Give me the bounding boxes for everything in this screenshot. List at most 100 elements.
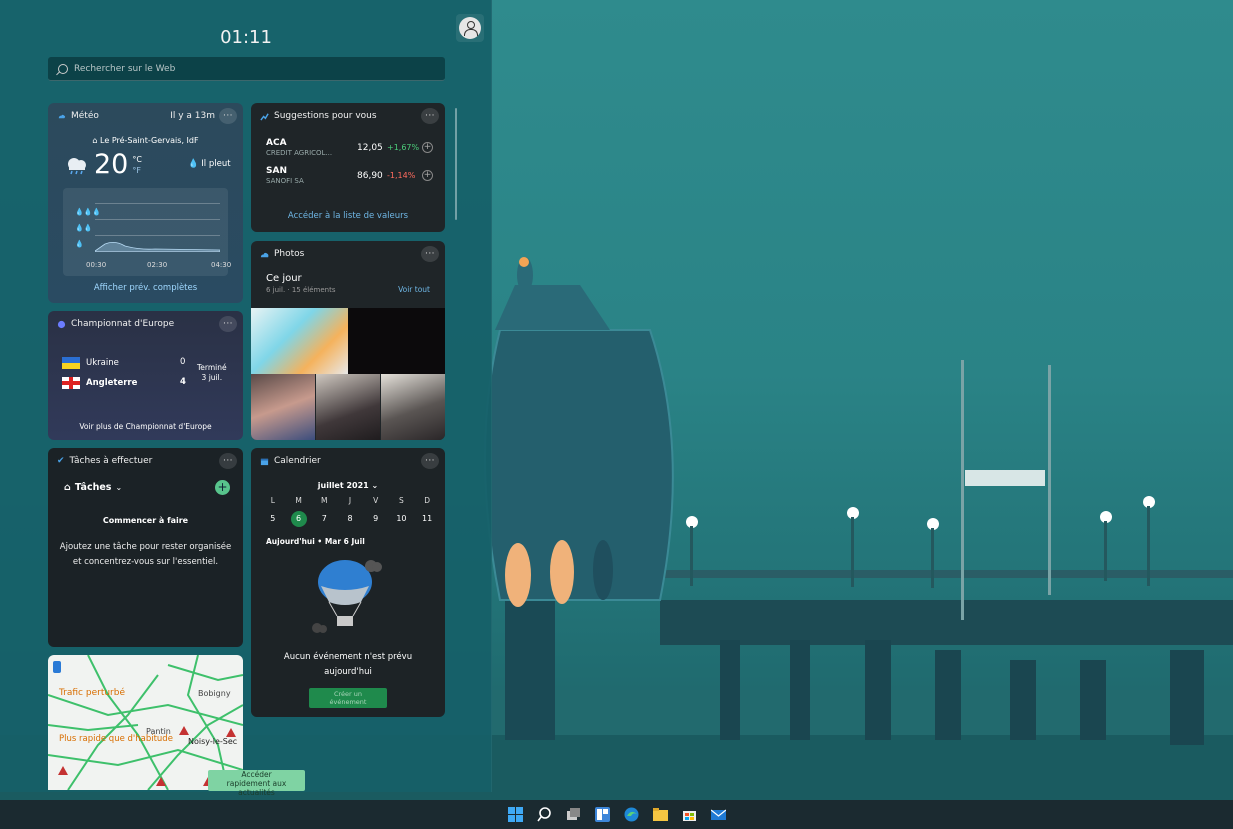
stock-row[interactable]: SAN SANOFI SA 86,90 -1,14% +	[266, 166, 436, 185]
hot-air-balloon-illustration	[312, 560, 382, 633]
photos-see-all-link[interactable]: Voir tout	[398, 285, 430, 294]
football-icon	[57, 320, 66, 328]
tasks-widget[interactable]: ✔ Tâches à effectuer ··· ⌂ Tâches ⌄ + Co…	[48, 448, 243, 647]
create-event-button[interactable]: Créer un événement	[309, 688, 387, 708]
light-rain-icon: 💧	[75, 240, 84, 248]
calendar-month-selector[interactable]: juillet 2021 ⌄	[251, 481, 445, 490]
taskbar-search-icon[interactable]	[536, 806, 553, 823]
stocks-chart-icon	[260, 112, 269, 121]
calendar-day-today[interactable]: 6	[290, 511, 307, 527]
photo-thumbnail[interactable]	[251, 374, 315, 440]
mail-icon[interactable]	[710, 806, 727, 823]
stocks-header: Suggestions pour vous	[251, 103, 445, 129]
calendar-week-grid: L M M J V S D 5 6 7 8 9 10 11	[260, 496, 440, 527]
tasks-header: ✔ Tâches à effectuer	[48, 448, 243, 474]
full-forecast-link[interactable]: Afficher prév. complètes	[48, 283, 243, 293]
home-icon: ⌂	[64, 482, 71, 493]
euro-title: Championnat d'Europe	[71, 319, 175, 329]
calendar-empty-message: Aucun événement n'est prévu aujourd'hui	[251, 650, 445, 680]
calendar-day[interactable]: 10	[389, 511, 415, 527]
create-event-label: Créer un	[333, 690, 363, 698]
temperature-value: 20	[94, 149, 129, 180]
calendar-day[interactable]: 8	[337, 511, 363, 527]
photo-thumbnail[interactable]	[348, 308, 445, 374]
match-date: 3 juil.	[201, 373, 223, 382]
euro-header: Championnat d'Europe	[48, 311, 243, 337]
task-view-icon[interactable]	[565, 806, 582, 823]
photo-thumbnail[interactable]	[251, 308, 348, 374]
photos-widget[interactable]: Photos ··· Ce jour 6 juil. · 15 éléments…	[251, 241, 445, 440]
stock-change: -1,14%	[387, 171, 416, 180]
edge-icon[interactable]	[623, 806, 640, 823]
raindrop-icon: 💧	[188, 159, 199, 169]
photo-thumbnail[interactable]	[316, 374, 380, 440]
stocks-title: Suggestions pour vous	[274, 111, 377, 121]
checkmark-icon: ✔	[57, 456, 65, 466]
store-icon[interactable]	[681, 806, 698, 823]
weather-more-button[interactable]: ···	[219, 108, 237, 124]
stock-row[interactable]: ACA CREDIT AGRICOL... 12,05 +1,67% +	[266, 138, 436, 157]
weather-location[interactable]: ⌂ Le Pré-Saint-Gervais, IdF	[48, 136, 243, 145]
photos-more-button[interactable]: ···	[421, 246, 439, 262]
celsius-unit[interactable]: °C	[132, 154, 142, 165]
map-place-label: Noisy-le-Sec	[188, 737, 238, 746]
add-task-button[interactable]: +	[215, 480, 230, 495]
map-place-label: Pantin	[146, 727, 171, 736]
team-row-england[interactable]: Angleterre	[62, 377, 137, 389]
profile-button[interactable]	[456, 14, 484, 42]
calendar-day[interactable]: 9	[363, 511, 389, 527]
web-search-bar[interactable]	[48, 57, 445, 81]
quick-news-label: rapidement aux	[226, 779, 287, 788]
widgets-panel: 01:11 Météo Il y a 13m ··· ⌂ Le Pré-Sain…	[0, 0, 492, 797]
euro-more-button[interactable]: ···	[219, 316, 237, 332]
photo-thumbnail[interactable]	[381, 374, 445, 440]
stocks-list-link[interactable]: Accéder à la liste de valeurs	[251, 211, 445, 221]
england-flag-icon	[62, 377, 80, 389]
euro-championship-widget[interactable]: Championnat d'Europe ··· Ukraine 0 Angle…	[48, 311, 243, 440]
tasks-more-button[interactable]: ···	[219, 453, 237, 469]
team-score: 4	[180, 377, 186, 387]
panel-scrollbar[interactable]	[455, 108, 457, 220]
search-icon	[58, 63, 68, 74]
stock-price: 86,90	[357, 171, 383, 181]
team-name: Angleterre	[86, 378, 138, 388]
heavy-rain-icon: 💧💧💧	[75, 208, 102, 216]
calendar-more-button[interactable]: ···	[421, 453, 439, 469]
calendar-empty-line: Aucun événement n'est prévu	[283, 652, 413, 662]
tasks-start-heading: Commencer à faire	[102, 516, 189, 525]
web-search-input[interactable]	[74, 63, 414, 74]
start-icon[interactable]	[507, 806, 524, 823]
euro-more-link[interactable]: Voir plus de Championnat d'Europe	[48, 422, 243, 431]
chart-time-label: 04:30	[211, 261, 232, 269]
add-stock-icon[interactable]: +	[422, 142, 433, 153]
team-row-ukraine[interactable]: Ukraine	[62, 357, 119, 369]
calendar-empty-line: aujourd'hui	[324, 667, 372, 677]
precipitation-chart[interactable]: 💧💧💧 💧💧 💧 00:30 02:30 04:30	[63, 188, 232, 276]
add-stock-icon[interactable]: +	[422, 170, 433, 181]
map-place-label: Bobigny	[198, 689, 231, 698]
calendar-day[interactable]: 7	[311, 511, 337, 527]
calendar-day[interactable]: 5	[260, 511, 286, 527]
taskbar	[0, 800, 1233, 829]
task-list-selector[interactable]: ⌂ Tâches ⌄	[64, 482, 122, 493]
calendar-day[interactable]: 11	[414, 511, 440, 527]
weather-widget[interactable]: Météo Il y a 13m ··· ⌂ Le Pré-Saint-Gerv…	[48, 103, 243, 303]
tasks-title: Tâches à effectuer	[69, 456, 153, 466]
stocks-more-button[interactable]: ···	[421, 108, 439, 124]
temperature-unit-toggle[interactable]: °C °F	[132, 154, 142, 176]
widgets-icon[interactable]	[594, 806, 611, 823]
photos-memory-meta: 6 juil. · 15 éléments	[266, 286, 336, 294]
quick-news-button[interactable]: Accéder rapidement aux actualités	[208, 770, 305, 797]
stocks-widget[interactable]: Suggestions pour vous ··· ACA CREDIT AGR…	[251, 103, 445, 232]
weather-app-icon	[58, 114, 66, 118]
stock-change: +1,67%	[387, 143, 420, 152]
temperature-row: 20 °C °F	[64, 149, 142, 180]
weather-condition: 💧 Il pleut	[188, 159, 231, 169]
create-event-label: événement	[329, 698, 367, 706]
file-explorer-icon[interactable]	[652, 806, 669, 823]
weekday-header: S	[399, 496, 404, 505]
calendar-widget[interactable]: Calendrier ··· juillet 2021 ⌄ L M M J V …	[251, 448, 445, 717]
match-status: Terminé 3 juil.	[197, 363, 227, 383]
fahrenheit-unit[interactable]: °F	[132, 165, 142, 176]
weekday-header: D	[424, 496, 431, 505]
